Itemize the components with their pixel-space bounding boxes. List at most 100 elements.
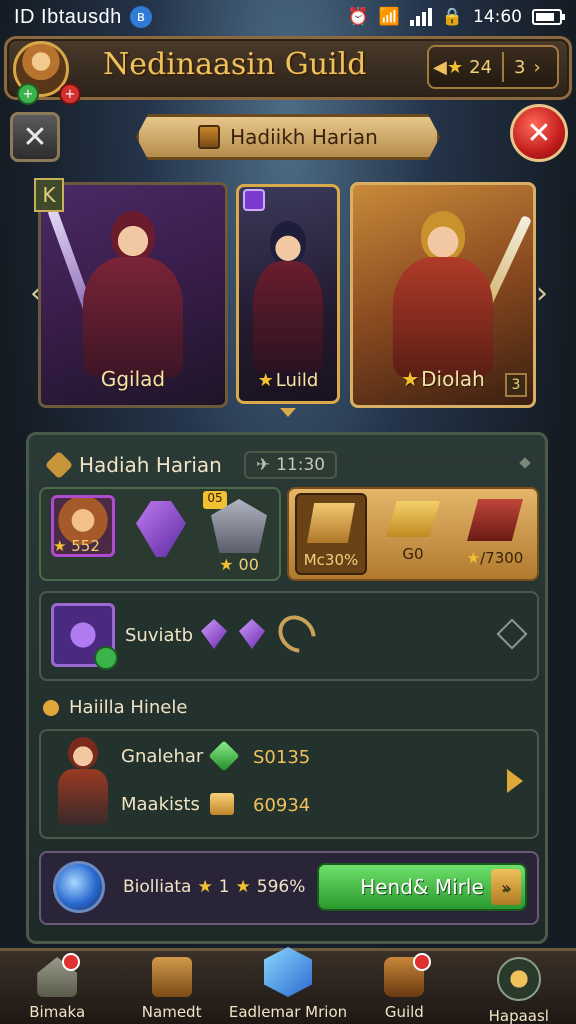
close-icon: ✕ (22, 119, 48, 155)
notification-dot (413, 953, 432, 971)
daily-reward-banner: Hadiikh Harian (136, 114, 440, 160)
reward-item[interactable]: 05 ★ 00 (203, 491, 275, 574)
reward-item[interactable]: G0 (381, 501, 445, 563)
quest-value: S0135 (253, 747, 311, 768)
reward-value: ★ 552 (53, 537, 100, 555)
reward-tag: 05 (203, 491, 227, 509)
count-badge: 3 (505, 373, 527, 397)
gem-icon (243, 189, 265, 211)
bonus-multiplier: 1 (218, 877, 230, 897)
star-icon: ★ (447, 56, 464, 78)
hero-card-selected[interactable]: ★ Luild (236, 184, 340, 404)
crystal-icon (136, 501, 186, 557)
nav-label: Hapaasl (488, 1007, 549, 1024)
nav-item-mission[interactable]: Eadlemar Mrion (229, 947, 347, 1024)
main-panel: Hadiah Harian ✈ 11:30 ★ 552 05 ★ 00 Mc30… (26, 432, 548, 944)
star-icon: ★ (197, 877, 213, 897)
play-arrow-icon[interactable] (507, 769, 523, 793)
bow-icon (270, 607, 324, 661)
hero-label-text: Diolah (421, 367, 485, 391)
divider (502, 52, 505, 82)
quest-line: Gnalehar (121, 740, 240, 772)
nav-item-inventory[interactable]: Namedt (114, 951, 228, 1024)
crystal-icon (263, 947, 312, 997)
status-bar: ID Ibtausdh ʙ ⏰ 📶 🔒 14:60 (0, 0, 576, 34)
gold-ingot-icon (386, 501, 440, 537)
quest-value: 60934 (253, 795, 311, 816)
section-title: Hadiah Harian (79, 453, 222, 477)
bonus-name: Biolliata (123, 877, 192, 897)
orb-icon (53, 861, 105, 913)
chevron-right-icon[interactable]: › (534, 57, 541, 78)
red-close-button[interactable]: ✕ (510, 104, 568, 162)
special-items (201, 607, 324, 661)
hero-card[interactable]: ★ Diolah 3 (350, 182, 536, 408)
bonus-row: Biolliata ★ 1 ★ 596% Hend& Mirle » (39, 851, 539, 925)
timer-badge: ✈ 11:30 (243, 451, 338, 479)
nav-item-home[interactable]: Bimaka (0, 951, 114, 1024)
bottom-nav: Bimaka Namedt Eadlemar Mrion Guild Hapaa… (0, 947, 576, 1024)
notification-icon: + (59, 83, 81, 105)
claim-button-label: Hend& Mirle (360, 875, 484, 899)
reward-item[interactable] (131, 501, 191, 557)
page-number: 3 (514, 56, 526, 78)
quest-name: Maakists (121, 793, 200, 815)
guild-title: Nedinaasin Guild (103, 47, 367, 82)
banner-title: Hadiikh Harian (230, 125, 378, 149)
hero-figure (393, 211, 493, 377)
reward-value: G0 (402, 545, 424, 563)
expand-icon[interactable] (496, 618, 528, 650)
nav-label: Namedt (141, 1003, 202, 1021)
hero-label: Ggilad (100, 367, 166, 391)
nav-label: Guild (384, 1003, 424, 1021)
quest-header: Haiilla Hinele (43, 697, 187, 718)
notification-dot (62, 953, 80, 971)
signal-icon (409, 8, 432, 26)
special-reward-row[interactable]: Suviatb (39, 591, 539, 681)
daily-reward-header: Hadiah Harian ✈ 11:30 (44, 450, 338, 480)
ruby-bar-icon (467, 499, 523, 541)
section-title: Haiilla Hinele (69, 697, 188, 718)
alarm-icon: ⏰ (347, 7, 369, 27)
bonus-info: Biolliata ★ 1 ★ 596% (123, 877, 305, 897)
nav-item-map[interactable]: Hapaasl (462, 951, 576, 1024)
guild-header: + + Nedinaasin Guild ◀ ★ 24 3 › (4, 36, 572, 105)
plane-icon: ✈ (255, 455, 271, 475)
quest-row[interactable]: Gnalehar S0135 Maakists 60934 (39, 729, 539, 839)
gem-icon (201, 619, 227, 649)
arrow-left-icon[interactable]: ◀ (429, 57, 447, 78)
reward-item[interactable]: ★ 552 (49, 495, 117, 557)
hero-label-text: Luild (275, 370, 319, 391)
claim-button[interactable]: Hend& Mirle » (317, 863, 527, 911)
gold-bar-icon (307, 503, 355, 543)
crate-icon (151, 957, 192, 997)
reward-item[interactable]: ★/7300 (455, 499, 535, 567)
reward-item[interactable]: Mc30% (295, 493, 367, 575)
emerald-icon (208, 740, 240, 772)
nav-item-guild[interactable]: Guild (347, 951, 461, 1024)
star-icon: ★ (257, 370, 274, 391)
compass-icon (496, 957, 541, 1001)
reward-group: ★ 552 05 ★ 00 (39, 487, 281, 581)
quest-name: Gnalehar (121, 745, 204, 767)
close-icon: ✕ (526, 115, 552, 151)
bluetooth-icon: ʙ (129, 6, 152, 28)
chevron-right-icon[interactable]: › (536, 276, 548, 311)
hero-card[interactable]: Ggilad (38, 182, 228, 408)
diamond-icon (519, 457, 531, 469)
timer-value: 11:30 (276, 455, 326, 475)
chest-icon (44, 450, 74, 480)
double-arrow-icon: » (491, 869, 521, 905)
currency-display[interactable]: ◀ ★ 24 3 › (427, 45, 559, 89)
reward-list: ★ 552 05 ★ 00 Mc30% G0 ★/7300 (39, 487, 539, 581)
close-button[interactable]: ✕ (10, 112, 60, 162)
gem-icon (239, 619, 265, 649)
hero-carousel: ‹ Ggilad K ★ Luild ★ Diolah 3 › (30, 178, 548, 417)
reward-value: Mc30% (303, 551, 359, 569)
lock-icon: 🔒 (441, 7, 463, 27)
add-icon[interactable]: + (17, 83, 39, 105)
nav-label: Bimaka (29, 1003, 86, 1021)
reward-group-highlight: Mc30% G0 ★/7300 (287, 487, 539, 581)
star-icon: ★ (235, 877, 251, 897)
hero-label: ★ Luild (239, 370, 337, 391)
